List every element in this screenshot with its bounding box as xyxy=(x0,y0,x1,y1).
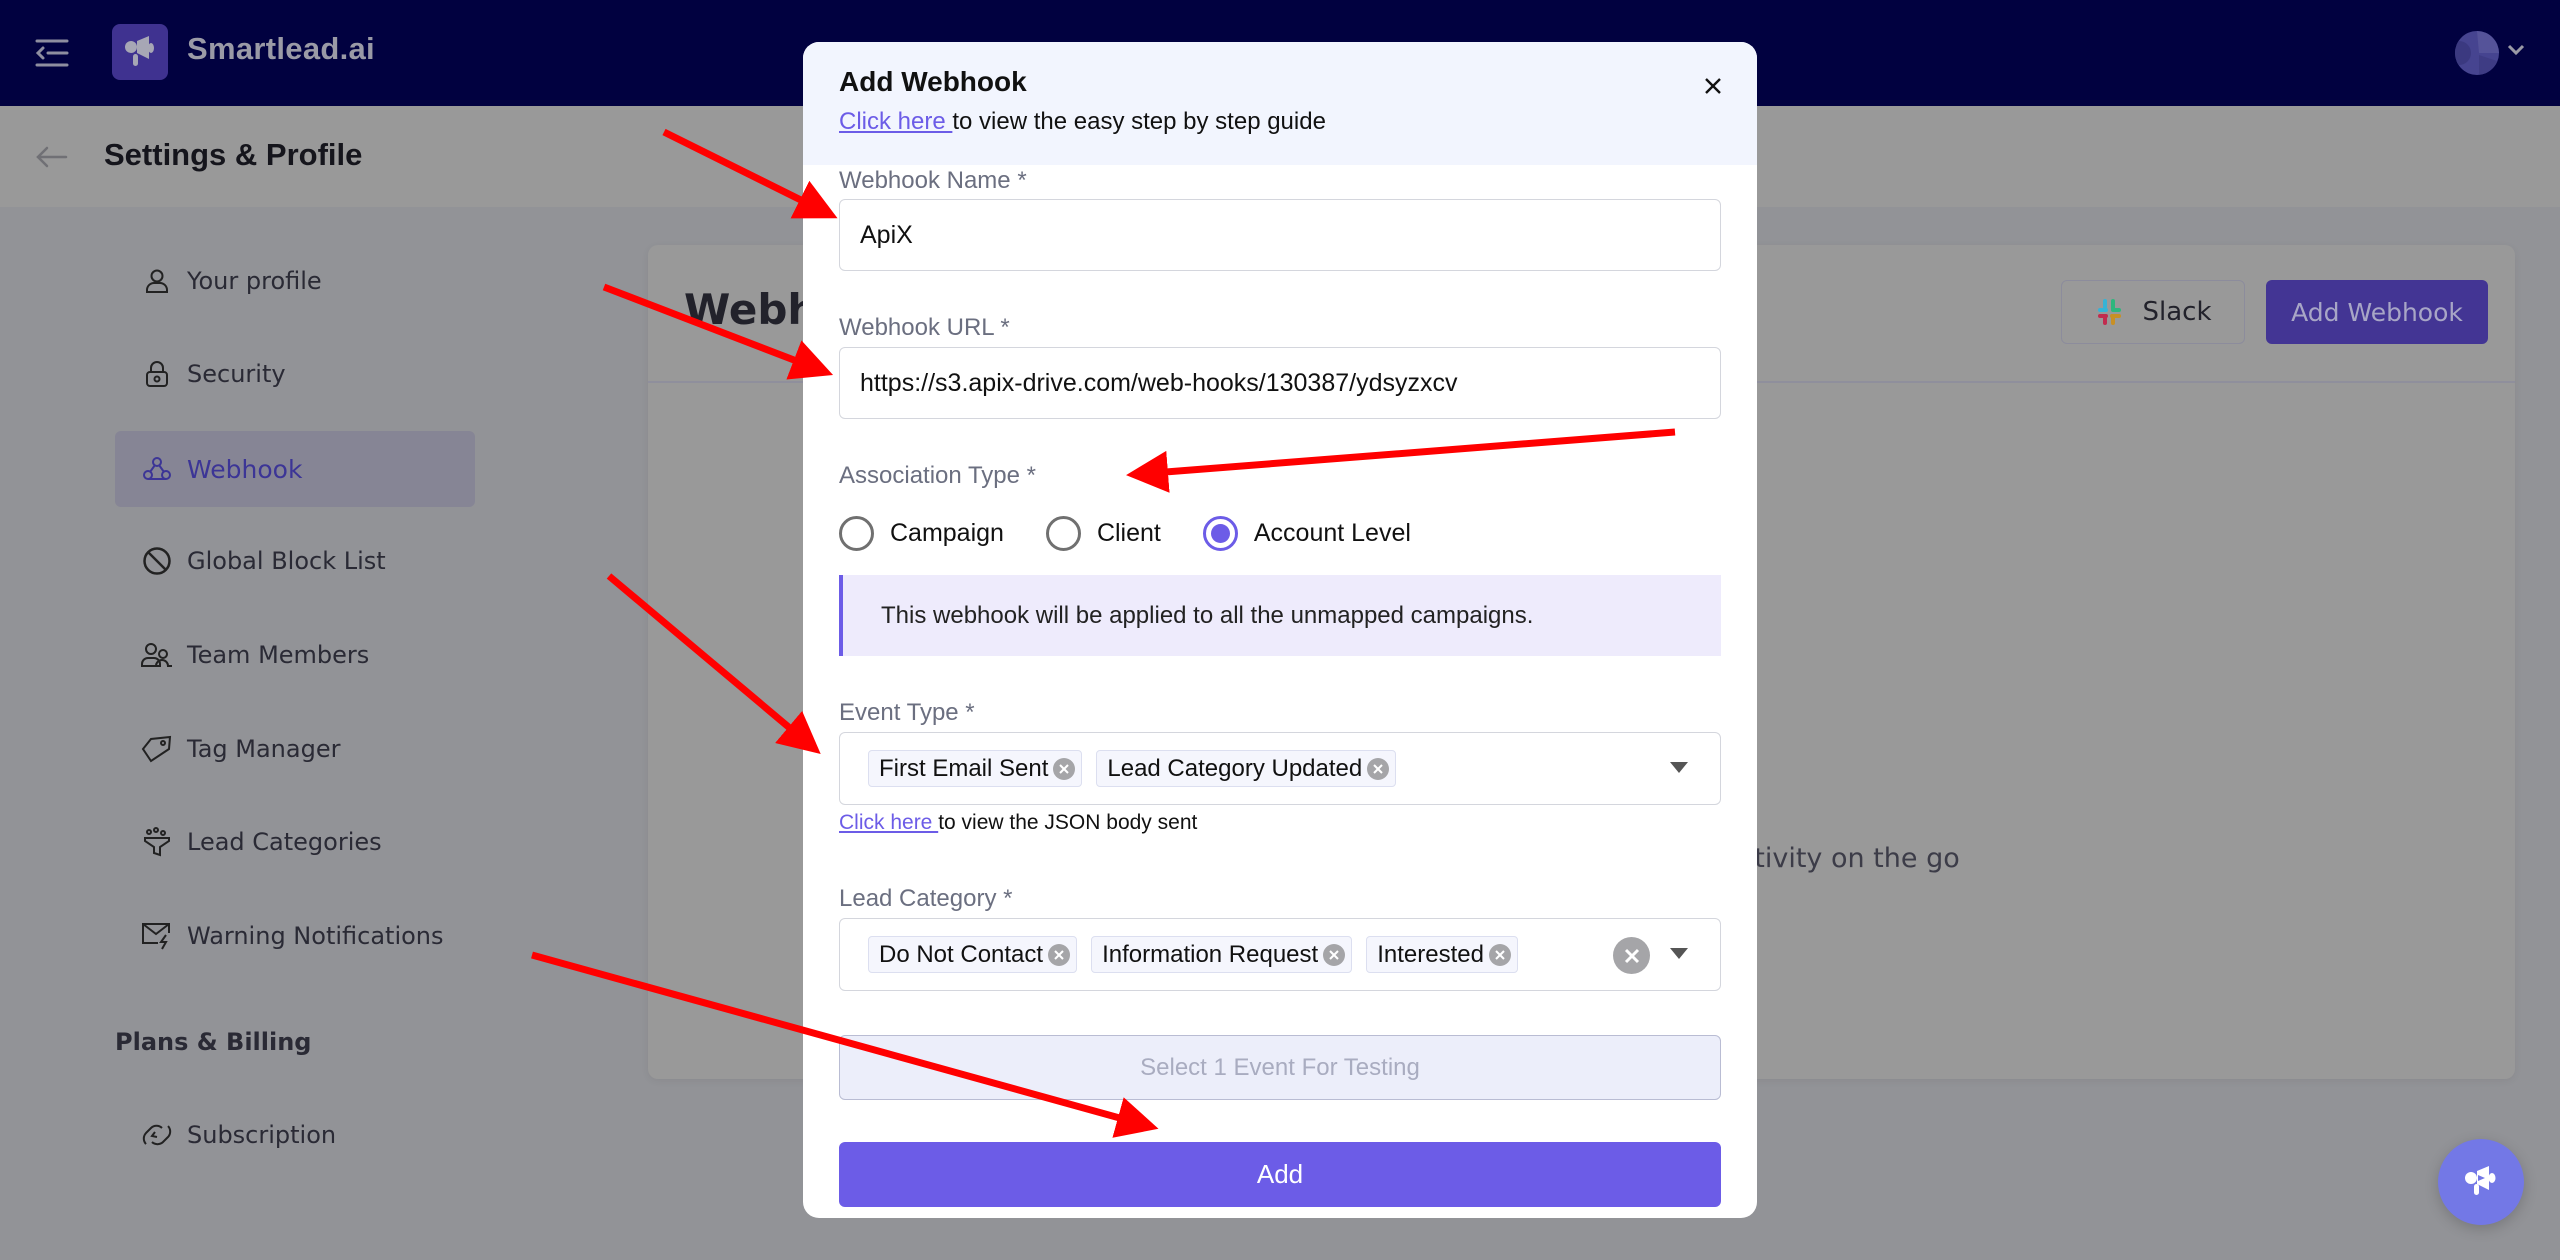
radio-circle xyxy=(1045,516,1081,551)
chip-label: Information Request xyxy=(1102,940,1319,968)
dropdown-caret-icon[interactable] xyxy=(1670,948,1688,959)
sidebar-item-label: Lead Categories xyxy=(187,828,382,856)
webhook-icon xyxy=(141,453,173,485)
json-body-note: Click here to view the JSON body sent xyxy=(839,811,1197,835)
add-webhook-button[interactable]: Add Webhook xyxy=(2266,280,2488,344)
radio-client[interactable]: Client xyxy=(1045,516,1161,551)
user-icon xyxy=(141,265,173,297)
sidebar-item-label: Webhook xyxy=(187,454,303,484)
radio-campaign[interactable]: Campaign xyxy=(839,516,1004,551)
page-title: Settings & Profile xyxy=(104,137,363,172)
chevron-down-icon[interactable] xyxy=(2506,40,2526,60)
megaphone-icon xyxy=(2465,1166,2496,1195)
sidebar-item-label: Security xyxy=(187,360,286,388)
sidebar-item-tag-manager[interactable]: Tag Manager xyxy=(115,711,475,787)
radio-dot xyxy=(1210,524,1230,543)
lead-chip: Do Not Contact xyxy=(868,936,1078,973)
slack-button-label: Slack xyxy=(2142,297,2212,327)
association-type-radio-group: Campaign Client Account Level xyxy=(839,516,1453,551)
chip-remove-icon[interactable] xyxy=(1323,943,1346,966)
lead-category-select[interactable]: Do Not Contact Information Request Inter… xyxy=(839,918,1721,991)
megaphone-icon xyxy=(125,36,154,66)
event-type-label: Event Type * xyxy=(839,699,975,726)
sidebar-item-subscription[interactable]: Subscription xyxy=(115,1097,475,1173)
guide-link[interactable]: Click here xyxy=(839,108,952,135)
sidebar-section-plans-billing: Plans & Billing xyxy=(115,1028,312,1056)
mail-alert-icon xyxy=(141,920,173,952)
user-avatar[interactable] xyxy=(2455,31,2499,75)
radio-label: Client xyxy=(1096,519,1161,547)
guide-description: to view the easy step by step guide xyxy=(952,108,1326,135)
lead-chip: Information Request xyxy=(1091,936,1353,973)
add-webhook-modal: Add Webhook Click here to view the easy … xyxy=(803,42,1757,1218)
event-type-select[interactable]: First Email Sent Lead Category Updated xyxy=(839,732,1721,805)
json-body-description: to view the JSON body sent xyxy=(938,811,1198,834)
select-event-testing-button[interactable]: Select 1 Event For Testing xyxy=(839,1035,1721,1100)
modal-title: Add Webhook xyxy=(839,66,1027,97)
event-chip: First Email Sent xyxy=(868,750,1083,787)
chip-remove-icon[interactable] xyxy=(1053,757,1076,780)
webhook-name-input[interactable] xyxy=(839,199,1721,271)
sidebar-item-warning-notifications[interactable]: Warning Notifications xyxy=(115,898,475,974)
clear-all-icon[interactable] xyxy=(1613,937,1650,974)
slack-icon xyxy=(2098,299,2122,325)
guide-text: Click here to view the easy step by step… xyxy=(839,108,1326,136)
brand-name: Smartlead.ai xyxy=(187,31,375,66)
sidebar-item-label: Tag Manager xyxy=(187,735,341,763)
close-icon xyxy=(1705,78,1721,94)
sidebar-item-label: Global Block List xyxy=(187,547,386,575)
team-icon xyxy=(141,639,173,671)
sidebar-item-label: Your profile xyxy=(187,267,322,295)
chip-label: Do Not Contact xyxy=(879,940,1044,968)
radio-circle xyxy=(1202,516,1238,551)
dropdown-caret-icon[interactable] xyxy=(1670,762,1688,773)
lock-icon xyxy=(141,358,173,390)
chip-remove-icon[interactable] xyxy=(1048,943,1071,966)
association-info-box: This webhook will be applied to all the … xyxy=(839,575,1721,656)
block-icon xyxy=(141,545,173,577)
add-button[interactable]: Add xyxy=(839,1142,1721,1207)
sidebar-item-global-block-list[interactable]: Global Block List xyxy=(115,523,475,599)
json-body-link[interactable]: Click here xyxy=(839,811,938,834)
sidebar-item-label: Subscription xyxy=(187,1121,337,1149)
slack-button[interactable]: Slack xyxy=(2061,280,2245,344)
webhook-url-input[interactable] xyxy=(839,347,1721,419)
chip-label: Interested xyxy=(1377,940,1484,968)
modal-header: Add Webhook Click here to view the easy … xyxy=(803,42,1757,165)
webhook-url-label: Webhook URL * xyxy=(839,314,1010,341)
funnel-icon xyxy=(141,826,173,858)
brand-logo[interactable] xyxy=(112,24,168,80)
sidebar-item-team-members[interactable]: Team Members xyxy=(115,617,475,693)
sidebar-item-webhook[interactable]: Webhook xyxy=(115,431,475,507)
sidebar-item-label: Warning Notifications xyxy=(187,922,444,950)
radio-label: Account Level xyxy=(1253,519,1411,547)
chip-remove-icon[interactable] xyxy=(1367,757,1390,780)
webhook-name-label: Webhook Name * xyxy=(839,167,1027,194)
chip-label: Lead Category Updated xyxy=(1107,754,1363,782)
lead-chip: Interested xyxy=(1366,936,1518,973)
radio-label: Campaign xyxy=(890,519,1004,547)
sidebar-item-your-profile[interactable]: Your profile xyxy=(115,243,475,319)
subscription-icon xyxy=(141,1119,173,1151)
menu-collapse-icon[interactable] xyxy=(34,38,70,68)
chip-remove-icon[interactable] xyxy=(1488,943,1511,966)
close-button[interactable] xyxy=(1697,70,1729,102)
arrow-left-icon[interactable] xyxy=(34,142,70,172)
tag-icon xyxy=(141,733,173,765)
announcements-button[interactable] xyxy=(2438,1139,2524,1225)
lead-category-label: Lead Category * xyxy=(839,885,1013,912)
radio-account-level[interactable]: Account Level xyxy=(1202,516,1411,551)
sidebar-item-security[interactable]: Security xyxy=(115,336,475,412)
event-chip: Lead Category Updated xyxy=(1096,750,1397,787)
association-type-label: Association Type * xyxy=(839,462,1037,489)
sidebar-item-lead-categories[interactable]: Lead Categories xyxy=(115,804,475,880)
sidebar-item-label: Team Members xyxy=(187,641,370,669)
radio-circle xyxy=(839,516,874,551)
chip-label: First Email Sent xyxy=(879,754,1049,782)
